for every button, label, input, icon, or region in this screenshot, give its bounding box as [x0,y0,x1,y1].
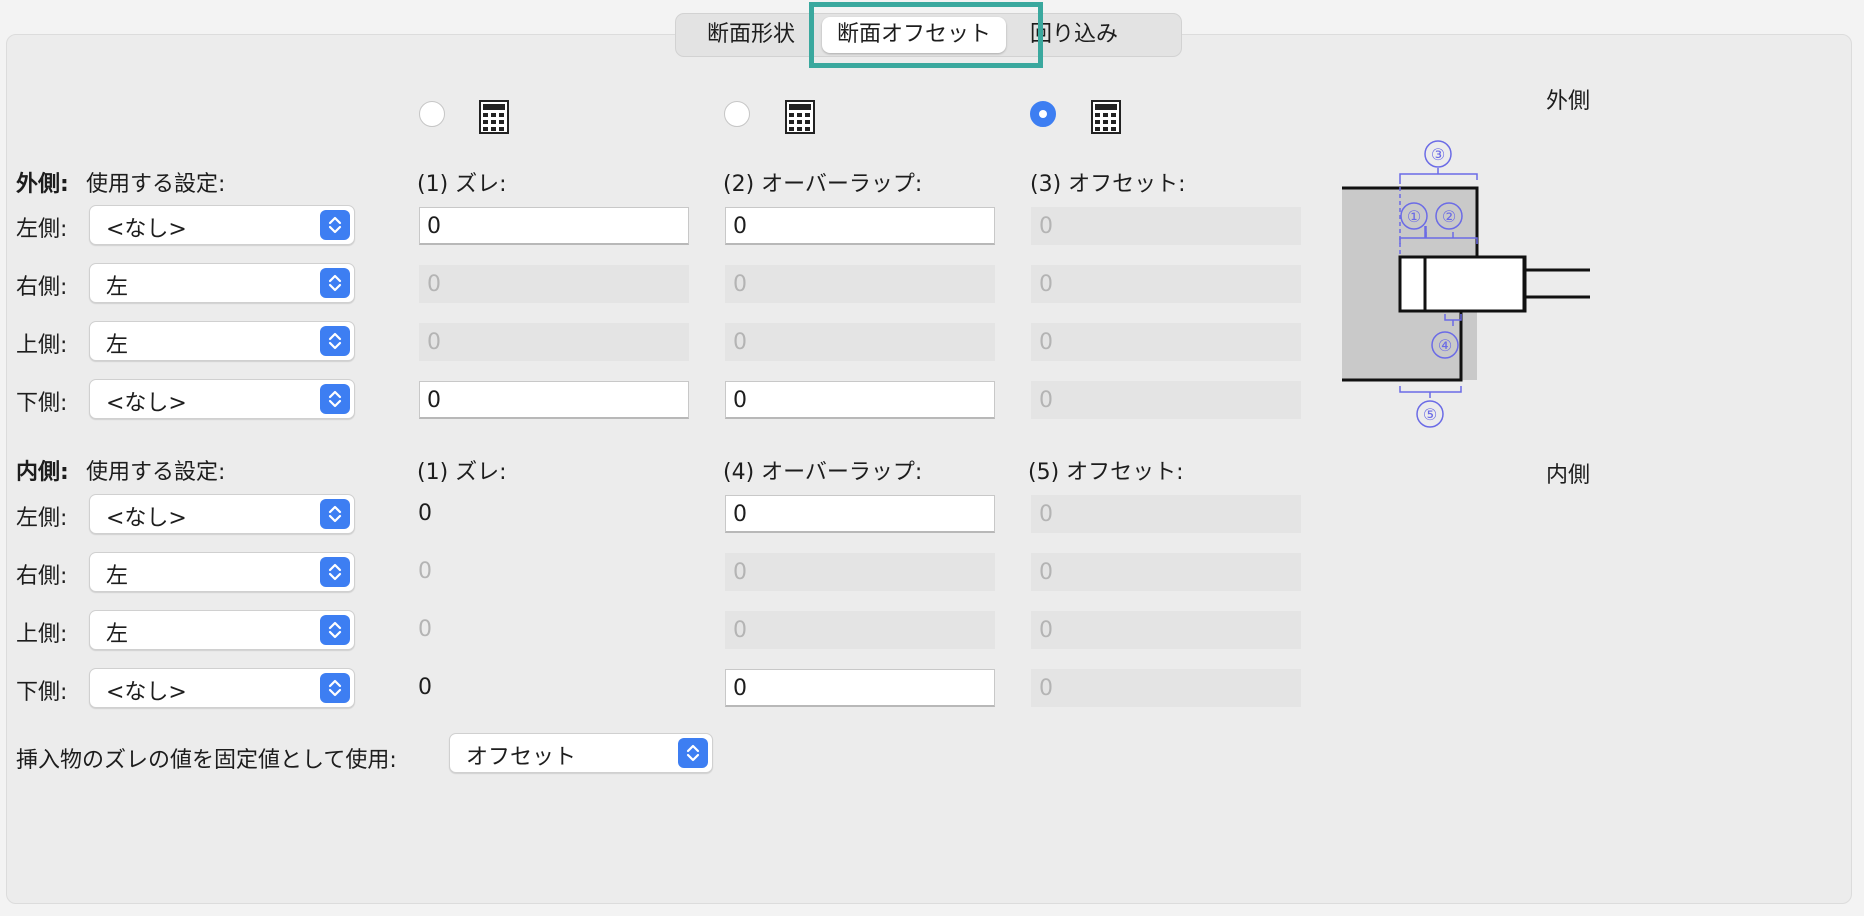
marker-1: ① [1407,207,1421,226]
select-value: <なし> [106,391,187,416]
select-value: 左 [106,622,129,647]
outer-bottom-overlap-field[interactable]: 0 [725,381,995,419]
outer-left-setting-select[interactable]: <なし> [89,205,355,245]
outer-right-shift-field: 0 [419,265,689,303]
inner-row-bottom-label: 下側: [16,680,68,705]
select-value: 左 [106,564,129,589]
inner-left-setting-select[interactable]: <なし> [89,494,355,534]
chevron-updown-icon [320,384,350,414]
outer-left-overlap-field[interactable]: 0 [725,207,995,245]
select-value: 左 [106,275,129,300]
inner-bottom-shift-value: 0 [418,675,432,700]
chevron-updown-icon [320,499,350,529]
outer-top-overlap-field: 0 [725,323,995,361]
outer-row-right-label: 右側: [16,275,68,300]
fixed-shift-label: 挿入物のズレの値を固定値として使用: [16,748,397,773]
calculator-icon[interactable] [479,100,509,134]
inner-row-right-label: 右側: [16,564,68,589]
chevron-updown-icon [320,326,350,356]
inner-right-setting-select[interactable]: 左 [89,552,355,592]
inner-row-left-label: 左側: [16,506,68,531]
marker-5: ⑤ [1423,405,1437,424]
outer-bottom-shift-field[interactable]: 0 [419,381,689,419]
calculator-icon[interactable] [1091,100,1121,134]
outer-row-top-label: 上側: [16,333,68,358]
chevron-updown-icon [320,210,350,240]
marker-4: ④ [1438,336,1452,355]
radio-option-3[interactable] [1030,101,1056,127]
select-value: <なし> [106,680,187,705]
chevron-updown-icon [320,268,350,298]
outer-col2-header: (2) オーバーラップ: [723,172,923,197]
inner-bottom-offset-field: 0 [1031,669,1301,707]
inner-bottom-overlap-field[interactable]: 0 [725,669,995,707]
inner-heading: 内側: [16,460,69,485]
inner-right-overlap-field: 0 [725,553,995,591]
outer-right-offset-field: 0 [1031,265,1301,303]
outer-bottom-offset-field: 0 [1031,381,1301,419]
inner-col3-header: (5) オフセット: [1028,460,1184,485]
marker-2: ② [1442,207,1456,226]
outer-col3-header: (3) オフセット: [1030,172,1186,197]
outer-setting-header: 使用する設定: [86,172,226,197]
inner-right-offset-field: 0 [1031,553,1301,591]
inner-top-offset-field: 0 [1031,611,1301,649]
inner-right-shift-value: 0 [418,559,432,584]
outer-row-left-label: 左側: [16,217,68,242]
outer-heading: 外側: [16,172,69,197]
chevron-updown-icon [678,738,708,768]
inner-left-shift-value: 0 [418,501,432,526]
tab-section-shape[interactable]: 断面形状 [686,14,816,56]
outer-top-shift-field: 0 [419,323,689,361]
outer-top-offset-field: 0 [1031,323,1301,361]
inner-row-top-label: 上側: [16,622,68,647]
inner-top-setting-select[interactable]: 左 [89,610,355,650]
outer-row-bottom-label: 下側: [16,391,68,416]
active-tab-highlight [809,2,1043,68]
inner-bottom-setting-select[interactable]: <なし> [89,668,355,708]
inner-top-overlap-field: 0 [725,611,995,649]
calculator-icon[interactable] [785,100,815,134]
marker-3: ③ [1431,145,1445,164]
chevron-updown-icon [320,557,350,587]
inner-col1-header: (1) ズレ: [417,460,507,485]
diagram-outer-label: 外側 [1546,89,1591,114]
radio-option-2[interactable] [724,101,750,127]
outer-left-offset-field: 0 [1031,207,1301,245]
outer-col1-header: (1) ズレ: [417,172,507,197]
select-value: <なし> [106,506,187,531]
outer-top-setting-select[interactable]: 左 [89,321,355,361]
section-offset-diagram: ③ ① ② ④ ⑤ [1342,140,1590,428]
inner-col2-header: (4) オーバーラップ: [723,460,923,485]
inner-setting-header: 使用する設定: [86,460,226,485]
select-value: 左 [106,333,129,358]
inner-left-offset-field: 0 [1031,495,1301,533]
select-value: <なし> [106,217,187,242]
inner-left-overlap-field[interactable]: 0 [725,495,995,533]
radio-option-1[interactable] [419,101,445,127]
chevron-updown-icon [320,615,350,645]
fixed-shift-select[interactable]: オフセット [449,733,713,773]
diagram-inner-label: 内側 [1546,463,1591,488]
select-value: オフセット [466,745,577,770]
outer-right-setting-select[interactable]: 左 [89,263,355,303]
outer-right-overlap-field: 0 [725,265,995,303]
inner-top-shift-value: 0 [418,617,432,642]
chevron-updown-icon [320,673,350,703]
outer-bottom-setting-select[interactable]: <なし> [89,379,355,419]
outer-left-shift-field[interactable]: 0 [419,207,689,245]
